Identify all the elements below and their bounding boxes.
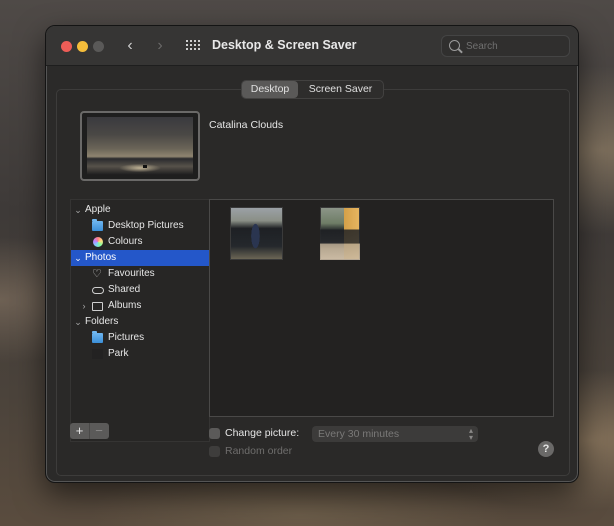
sidebar-item-park[interactable]: Park: [71, 346, 210, 362]
sidebar-item-label: Colours: [108, 236, 143, 247]
chevron-right-icon[interactable]: ›: [79, 298, 89, 314]
sidebar-item-label: Apple: [85, 204, 111, 215]
wallpaper-name: Catalina Clouds: [209, 119, 284, 131]
back-button[interactable]: ‹: [122, 37, 138, 55]
color-wheel-icon: [93, 237, 103, 247]
photo-thumbnail-shading: [320, 207, 360, 260]
change-picture-checkbox[interactable]: [209, 428, 220, 439]
sidebar-item-label: Albums: [108, 300, 142, 311]
change-picture-label: Change picture:: [225, 427, 300, 439]
window-title: Desktop & Screen Saver: [212, 38, 357, 52]
title-bar: ‹ › Desktop & Screen Saver: [46, 26, 578, 66]
folder-outline-icon: [92, 302, 103, 311]
zoom-button[interactable]: [93, 41, 104, 52]
sidebar-item-label: Favourites: [108, 268, 155, 279]
picture-grid: [209, 199, 554, 417]
preferences-window: ‹ › Desktop & Screen Saver Desktop Scree…: [45, 25, 579, 483]
chevron-down-icon[interactable]: ⌄: [73, 202, 83, 218]
sidebar-item-apple[interactable]: ⌄ Apple: [71, 202, 210, 218]
sidebar-item-photos[interactable]: ⌄ Photos: [71, 250, 210, 266]
sidebar-item-albums[interactable]: › Albums: [71, 298, 210, 314]
close-button[interactable]: [61, 41, 72, 52]
sidebar-item-desktop-pictures[interactable]: Desktop Pictures: [71, 218, 210, 234]
search-field[interactable]: [441, 35, 570, 57]
sidebar-item-favourites[interactable]: ♡ Favourites: [71, 266, 210, 282]
source-list: ⌄ Apple Desktop Pictures Colours ⌄ Photo…: [70, 199, 210, 442]
sidebar-item-label: Pictures: [108, 332, 145, 343]
search-input[interactable]: [466, 39, 561, 53]
cloud-icon: [92, 287, 104, 294]
wallpaper-preview: [80, 111, 200, 181]
photo-thumbnail[interactable]: [230, 207, 283, 260]
boat-silhouette: [143, 165, 147, 168]
chevron-down-icon[interactable]: ⌄: [73, 314, 83, 330]
heart-icon: ♡: [92, 268, 102, 280]
catalina-clouds-image: [87, 117, 193, 175]
sidebar-item-shared[interactable]: Shared: [71, 282, 210, 298]
help-button[interactable]: ?: [538, 441, 554, 457]
random-order-label: Random order: [225, 445, 293, 457]
sidebar-item-label: Shared: [108, 284, 141, 295]
park-thumbnail-icon: [92, 349, 103, 359]
remove-folder-button[interactable]: −: [89, 423, 108, 439]
show-all-grid-icon[interactable]: [186, 40, 200, 52]
sidebar-item-label: Folders: [85, 316, 119, 327]
sidebar-item-label: Park: [108, 348, 129, 359]
up-down-chevron-icon: ▴ ▾: [468, 426, 473, 442]
minimize-button[interactable]: [77, 41, 88, 52]
add-remove-control: + −: [70, 423, 109, 439]
folder-icon: [92, 219, 103, 231]
sidebar-item-label: Photos: [85, 252, 117, 263]
sidebar-item-colours[interactable]: Colours: [71, 234, 210, 250]
chevron-down-icon[interactable]: ⌄: [73, 250, 83, 266]
interval-select[interactable]: Every 30 minutes ▴ ▾: [312, 426, 478, 442]
pictures-folder-icon: [92, 331, 103, 343]
sidebar-item-folders[interactable]: ⌄ Folders: [71, 314, 210, 330]
sidebar-item-pictures[interactable]: Pictures: [71, 330, 210, 346]
sidebar-item-label: Desktop Pictures: [108, 220, 184, 231]
add-folder-button[interactable]: +: [70, 423, 89, 439]
random-order-checkbox[interactable]: [209, 446, 220, 457]
tab-screen-saver[interactable]: Screen Saver: [298, 81, 383, 98]
interval-value: Every 30 minutes: [318, 428, 400, 440]
forward-button[interactable]: ›: [152, 37, 168, 55]
search-icon: [449, 40, 460, 51]
tab-desktop[interactable]: Desktop: [242, 81, 298, 98]
tab-bar: Desktop Screen Saver: [241, 80, 384, 99]
